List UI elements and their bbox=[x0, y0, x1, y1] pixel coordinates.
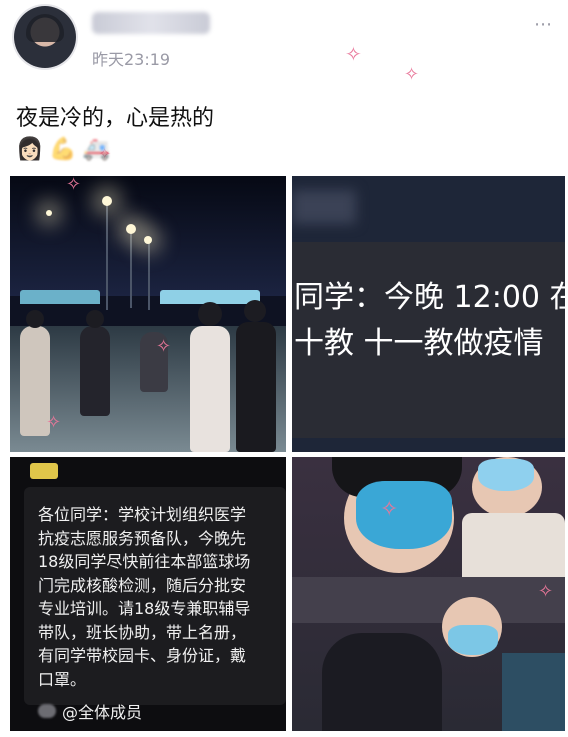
person-head bbox=[198, 302, 222, 326]
light-pole bbox=[130, 228, 132, 308]
woman-emoji-icon: 👩🏻 bbox=[16, 137, 44, 162]
street-lamp bbox=[46, 210, 52, 216]
person bbox=[236, 322, 276, 452]
light-pole bbox=[148, 240, 150, 310]
person-dark-hat bbox=[322, 633, 442, 731]
ambulance-emoji-icon: 🚑 bbox=[82, 137, 111, 162]
street-lamp bbox=[126, 224, 136, 234]
emoji-row: 👩🏻 💪 🚑 bbox=[16, 134, 110, 166]
person bbox=[190, 326, 230, 452]
message-line: 带队，班长协助，带上名册， bbox=[38, 622, 247, 642]
person-head bbox=[244, 300, 266, 322]
paper-crane-icon: ✧ bbox=[404, 64, 420, 85]
paper-crane-icon: ✧ bbox=[66, 176, 82, 195]
message-line: 专业培训。请18级专兼职辅导 bbox=[38, 599, 251, 618]
message-line: 18级同学尽快前往本部篮球场 bbox=[38, 552, 251, 571]
post-caption: 夜是冷的，心是热的 bbox=[16, 106, 215, 131]
message-line: 门完成核酸检测，随后分批安 bbox=[38, 575, 247, 595]
message-line: 抗疫志愿服务预备队，今晚先 bbox=[38, 528, 247, 548]
notice-line: 十教 十一教做疫情 bbox=[294, 326, 544, 361]
more-options-icon[interactable]: ⋯ bbox=[534, 14, 554, 35]
crowd bbox=[292, 577, 565, 623]
photo-night-campus[interactable]: ✧ ✧ ✧ bbox=[10, 176, 286, 452]
tent bbox=[20, 290, 100, 304]
street-lamp bbox=[102, 196, 112, 206]
light-pole bbox=[106, 200, 108, 310]
paper-crane-icon: ✧ bbox=[345, 42, 362, 66]
person-head bbox=[26, 310, 44, 328]
image-grid: ✧ ✧ ✧ 同学：今晚 12:00 在 十教 十一教做疫情 各位同学：学校计划组… bbox=[10, 176, 565, 731]
person-head bbox=[86, 310, 104, 328]
blurred-avatar bbox=[38, 704, 56, 718]
street-lamp bbox=[144, 236, 152, 244]
face-mask bbox=[356, 481, 452, 549]
flexed-biceps-emoji-icon: 💪 bbox=[49, 137, 77, 162]
avatar[interactable] bbox=[14, 6, 76, 68]
paper-crane-icon: ✧ bbox=[380, 497, 399, 522]
mention-line: @全体成员 bbox=[38, 699, 142, 723]
message-line: 各位同学：学校计划组织医学 bbox=[38, 505, 247, 524]
paper-crane-icon: ✧ bbox=[46, 412, 62, 433]
message-line: 有同学带校园卡、身份证，戴 bbox=[38, 646, 247, 665]
username-blurred[interactable] bbox=[92, 12, 210, 34]
paper-crane-icon: ✧ bbox=[156, 336, 172, 357]
photo-chat-message[interactable]: 各位同学：学校计划组织医学 抗疫志愿服务预备队，今晚先 18级同学尽快前往本部篮… bbox=[10, 457, 286, 731]
face-mask bbox=[478, 459, 534, 491]
avatar-hair bbox=[26, 14, 64, 42]
notice-line: 同学：今晚 12:00 在 bbox=[294, 280, 565, 315]
mention-all: @全体成员 bbox=[62, 703, 143, 722]
person bbox=[502, 653, 565, 731]
blurred-region bbox=[292, 190, 356, 224]
photo-masked-volunteers[interactable]: ✧ ✧ bbox=[292, 457, 565, 731]
message-line: 口罩。 bbox=[38, 669, 87, 689]
face-mask bbox=[448, 625, 498, 655]
person bbox=[80, 326, 110, 416]
photo-notice[interactable]: 同学：今晚 12:00 在 十教 十一教做疫情 bbox=[292, 176, 565, 452]
paper-crane-icon: ✧ bbox=[538, 581, 554, 602]
post-time: 昨天23:19 bbox=[92, 50, 171, 69]
sender-tag bbox=[30, 463, 58, 479]
chat-message-text: 各位同学：学校计划组织医学 抗疫志愿服务预备队，今晚先 18级同学尽快前往本部篮… bbox=[38, 503, 284, 691]
